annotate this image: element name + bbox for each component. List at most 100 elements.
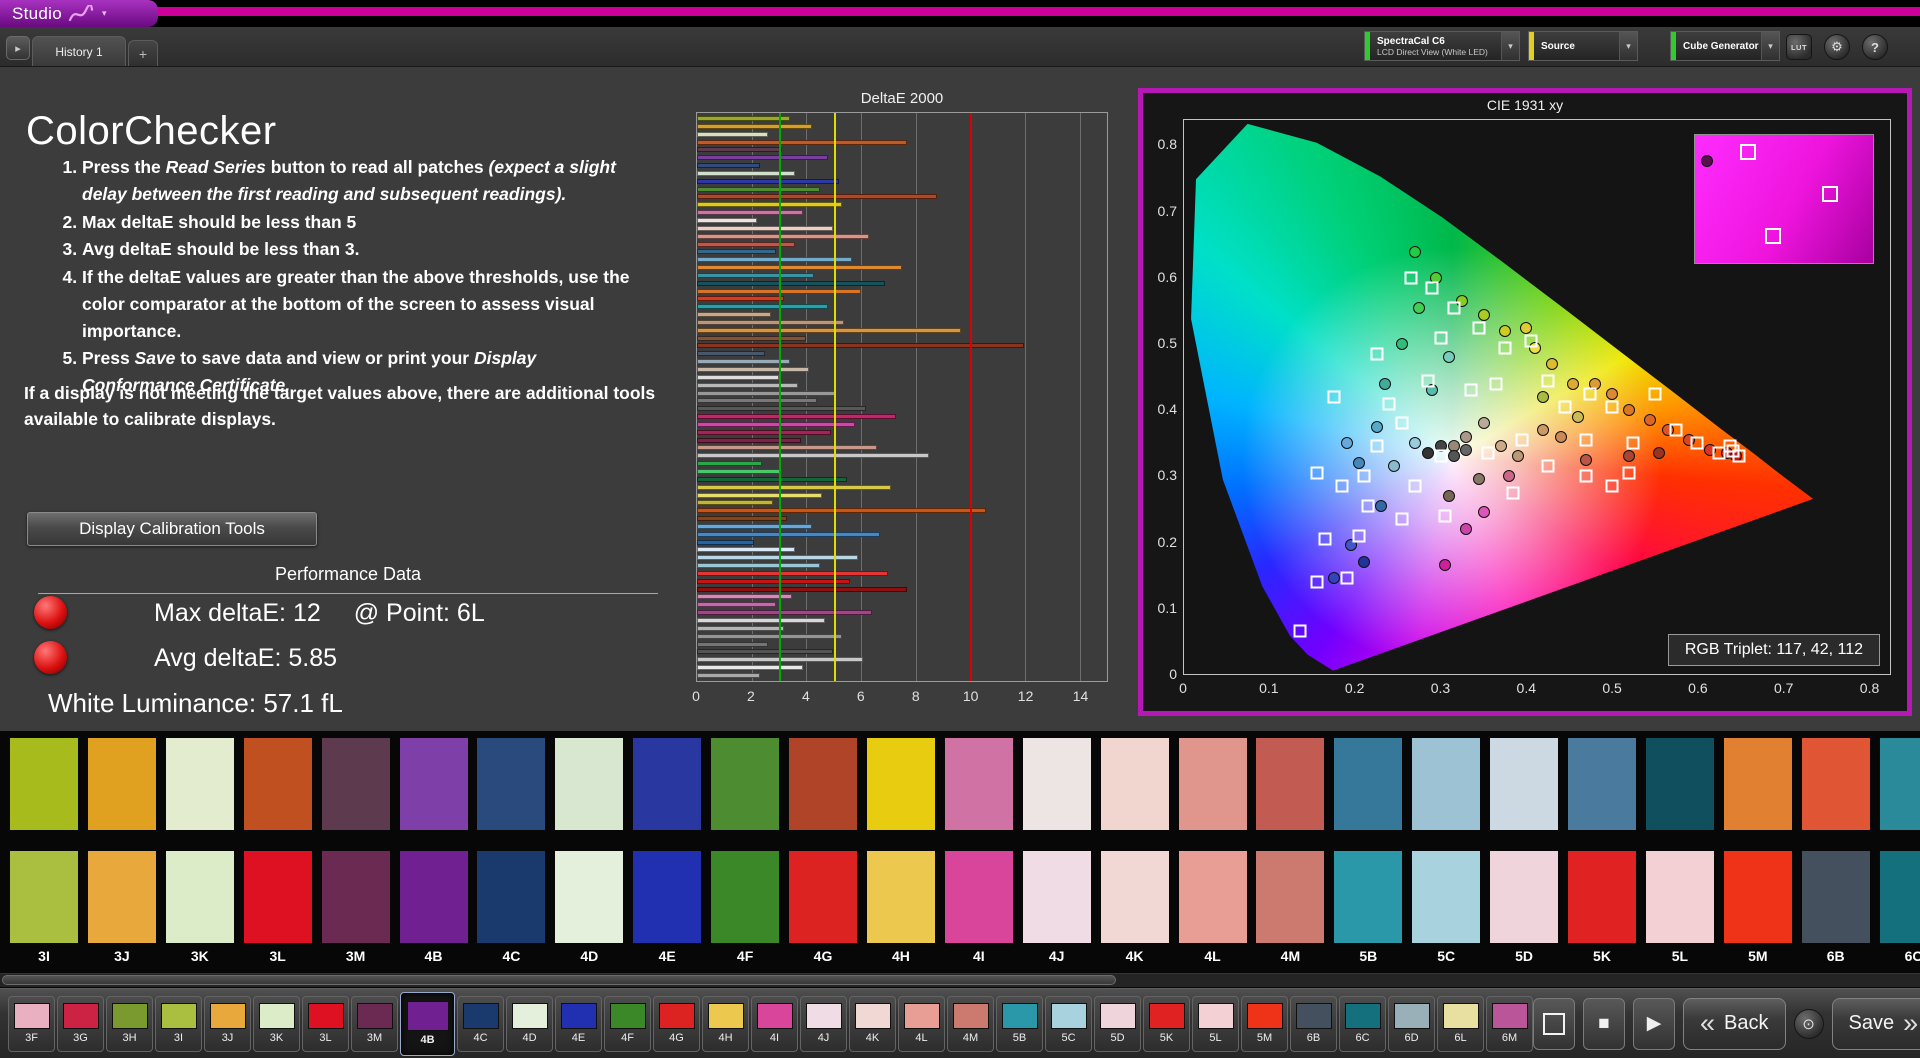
patch-mini-button-4E[interactable]: 4E [555, 996, 602, 1052]
patch-mini-button-5K[interactable]: 5K [1143, 996, 1190, 1052]
patch-swatch-measured [1568, 738, 1636, 830]
patch-mini-button-3L[interactable]: 3L [302, 996, 349, 1052]
app-logo-menu[interactable]: Studio ▾ [0, 0, 158, 27]
patch-mini-button-4B[interactable]: 4B [400, 992, 455, 1056]
deltae-bar [697, 234, 869, 239]
patch-swatch-target [400, 851, 468, 943]
app-window: Studio ▾ ▸ History 1 + SpectraCal C6 LCD… [0, 0, 1920, 1058]
back-button[interactable]: « Back [1683, 998, 1786, 1050]
patch-mini-button-4J[interactable]: 4J [800, 996, 847, 1052]
lut-button[interactable]: LUT [1786, 34, 1812, 60]
stop-button[interactable]: ■ [1583, 998, 1625, 1050]
patch-mini-button-4K[interactable]: 4K [849, 996, 896, 1052]
patch-mini-button-5C[interactable]: 5C [1045, 996, 1092, 1052]
cie-target-square [1310, 466, 1323, 479]
patch-mini-button-3K[interactable]: 3K [253, 996, 300, 1052]
deltae-bar [697, 194, 937, 199]
cie-measurement-point [1460, 444, 1472, 456]
patch-strip-scrollbar[interactable] [0, 973, 1920, 987]
patch-swatch-measured [1334, 738, 1402, 830]
patch-mini-button-6B[interactable]: 6B [1290, 996, 1337, 1052]
patch-mini-button-5D[interactable]: 5D [1094, 996, 1141, 1052]
add-tab-button[interactable]: + [128, 40, 158, 66]
cie-measurement-point [1460, 523, 1472, 535]
patch-mini-button-4C[interactable]: 4C [457, 996, 504, 1052]
deltae-bar [697, 312, 771, 317]
deltae-bars [697, 116, 1106, 678]
deltae-bar [697, 540, 754, 545]
patch-swatch-measured [88, 738, 156, 830]
generator-select[interactable]: Cube Generator ▾ [1670, 31, 1780, 61]
patch-column: 4E [633, 738, 701, 964]
source-label: Source [1541, 41, 1612, 52]
patch-mini-button-3I[interactable]: 3I [155, 996, 202, 1052]
generator-dropdown-button[interactable]: ▾ [1761, 32, 1779, 60]
cie-target-square [1434, 331, 1447, 344]
patch-mini-button-4F[interactable]: 4F [604, 996, 651, 1052]
patch-mini-button-4M[interactable]: 4M [947, 996, 994, 1052]
patch-mini-button-3G[interactable]: 3G [57, 996, 104, 1052]
patch-mini-button-4L[interactable]: 4L [898, 996, 945, 1052]
patch-mini-button-4I[interactable]: 4I [751, 996, 798, 1052]
cie-target-square [1498, 341, 1511, 354]
patch-column: 5L [1646, 738, 1714, 964]
patch-swatch-measured [633, 738, 701, 830]
read-series-button[interactable]: ▶ [1633, 998, 1675, 1050]
patch-mini-button-6C[interactable]: 6C [1339, 996, 1386, 1052]
help-button[interactable]: ? [1862, 34, 1888, 60]
tab-history-1[interactable]: History 1 [32, 36, 126, 66]
meter-select[interactable]: SpectraCal C6 LCD Direct View (White LED… [1364, 31, 1520, 61]
patch-mini-button-6D[interactable]: 6D [1388, 996, 1435, 1052]
source-select[interactable]: Source ▾ [1528, 31, 1638, 61]
patch-mini-button-6L[interactable]: 6L [1437, 996, 1484, 1052]
history-nav-button[interactable]: ▸ [6, 36, 30, 60]
patch-mini-button-3H[interactable]: 3H [106, 996, 153, 1052]
source-dropdown-button[interactable]: ▾ [1619, 32, 1637, 60]
status-led [34, 641, 67, 674]
patch-mini-button-6M[interactable]: 6M [1486, 996, 1533, 1052]
meter-level-button[interactable]: ⊙ [1794, 1009, 1824, 1039]
patch-swatch-target [555, 851, 623, 943]
patch-swatch-target [1880, 851, 1920, 943]
patch-swatch-measured [945, 738, 1013, 830]
cie-y-tick-label: 0.3 [1145, 467, 1177, 483]
play-icon: ▶ [1647, 1012, 1662, 1035]
patch-mini-button-4H[interactable]: 4H [702, 996, 749, 1052]
patch-label: 5D [1490, 948, 1558, 964]
patch-swatch-measured [400, 738, 468, 830]
patch-mini-button-3J[interactable]: 3J [204, 996, 251, 1052]
instruction-item: If the deltaE values are greater than th… [82, 264, 644, 344]
patch-mini-label: 3K [270, 1032, 283, 1044]
pattern-window-button[interactable] [1533, 998, 1575, 1050]
titlebar-accent-stripe [150, 7, 1920, 16]
patch-swatch-target [1802, 851, 1870, 943]
patch-mini-button-5L[interactable]: 5L [1192, 996, 1239, 1052]
patch-mini-button-3M[interactable]: 3M [351, 996, 398, 1052]
meter-dropdown-button[interactable]: ▾ [1501, 32, 1519, 60]
display-calibration-tools-button[interactable]: Display Calibration Tools [27, 512, 317, 546]
patch-swatch-target [1412, 851, 1480, 943]
patch-mini-button-4D[interactable]: 4D [506, 996, 553, 1052]
cie-measurement-point [1439, 559, 1451, 571]
meter-name: SpectraCal C6 [1377, 36, 1494, 47]
patch-mini-button-4G[interactable]: 4G [653, 996, 700, 1052]
cie-target-square [1370, 440, 1383, 453]
patch-column: 6B [1802, 738, 1870, 964]
scrollbar-thumb[interactable] [2, 975, 1116, 985]
cie-target-square [1327, 391, 1340, 404]
settings-button[interactable]: ⚙ [1824, 34, 1850, 60]
patch-mini-label: 5D [1110, 1032, 1124, 1044]
instruction-item: Max deltaE should be less than 5 [82, 209, 644, 236]
save-button[interactable]: Save » [1832, 998, 1920, 1050]
patch-label: 4C [477, 948, 545, 964]
workflow-toolbar: ▸ History 1 + SpectraCal C6 LCD Direct V… [0, 27, 1920, 67]
max-deltae-value: Max deltaE: 12 [154, 599, 321, 627]
cie-x-tick-label: 0.6 [1681, 680, 1715, 696]
patch-mini-button-5B[interactable]: 5B [996, 996, 1043, 1052]
patch-mini-button-3F[interactable]: 3F [8, 996, 55, 1052]
deltae-bar [697, 563, 820, 568]
cie-inset [1694, 134, 1874, 264]
cie-target-square [1409, 480, 1422, 493]
patch-mini-button-5M[interactable]: 5M [1241, 996, 1288, 1052]
cie-target-square [1404, 272, 1417, 285]
